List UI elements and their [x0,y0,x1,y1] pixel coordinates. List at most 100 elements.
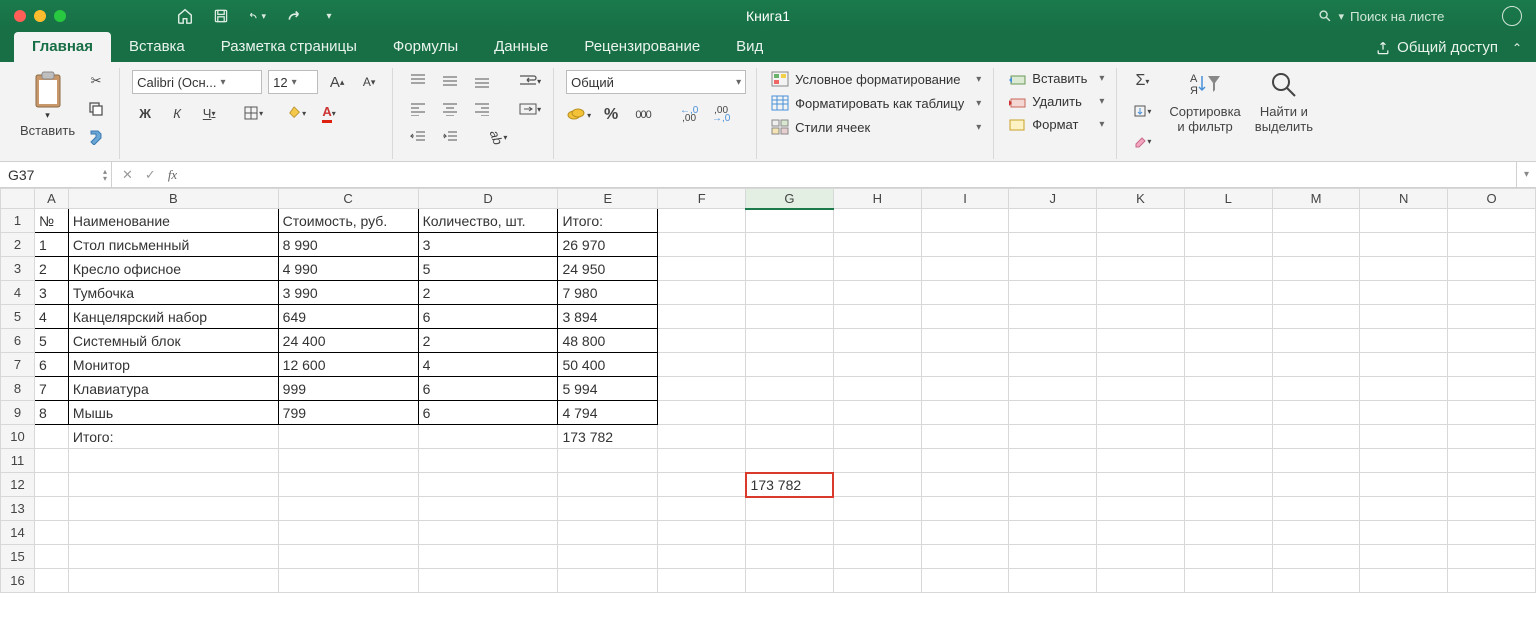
align-middle-icon[interactable] [437,70,463,92]
align-right-icon[interactable] [469,98,495,120]
font-group: Calibri (Осн...▾ 12▾ A▴ A▾ Ж К Ч▾ ▾ ▾ А▾ [122,68,393,159]
font-color-icon[interactable]: А▾ [316,102,342,124]
enter-formula-icon[interactable]: ✓ [145,167,156,183]
collapse-ribbon-icon[interactable]: ⌃ [1512,41,1522,55]
name-box[interactable]: G37▴▾ [0,162,112,187]
table-row: 76Монитор12 600450 400 [1,353,1536,377]
redo-icon[interactable] [284,7,302,25]
italic-button[interactable]: К [164,102,190,124]
ribbon: ▾ Вставить ✂ Calibri (Осн...▾ 12▾ A▴ A▾ … [0,62,1536,162]
titlebar: ▾ ▾ Книга1 ▾ [0,0,1536,32]
comma-format-icon[interactable]: 000 [630,104,656,126]
table-row: 14 [1,521,1536,545]
styles-icon [771,119,789,135]
search-input[interactable] [1350,9,1490,24]
wrap-text-icon[interactable]: ▾ [517,70,543,92]
delete-cells-button[interactable]: Удалить▾ [1006,93,1106,110]
minimize-window-button[interactable] [34,10,46,22]
cell-styles-button[interactable]: Стили ячеек▾ [769,118,983,136]
share-button[interactable]: Общий доступ ⌃ [1361,33,1536,62]
conditional-formatting-button[interactable]: Условное форматирование▾ [769,70,983,88]
save-icon[interactable] [212,7,230,25]
copy-icon[interactable] [83,98,109,120]
tab-layout[interactable]: Разметка страницы [203,32,375,62]
styles-group: Условное форматирование▾ Форматировать к… [759,68,994,159]
delete-row-icon [1008,95,1026,109]
font-name-select[interactable]: Calibri (Осн...▾ [132,70,262,94]
table-row: 54Канцелярский набор64963 894 [1,305,1536,329]
table-row: 32Кресло офисное4 990524 950 [1,257,1536,281]
insert-row-icon [1008,72,1026,86]
decrease-decimal-icon[interactable]: ,00→,0 [708,104,734,126]
percent-format-icon[interactable]: % [598,104,624,126]
table-row: 21Стол письменный8 990326 970 [1,233,1536,257]
fill-icon[interactable]: ▾ [1129,100,1155,122]
align-left-icon[interactable] [405,98,431,120]
fill-color-icon[interactable]: ▾ [284,102,310,124]
fx-icon[interactable]: fx [168,167,177,183]
table-row: 43Тумбочка3 99027 980 [1,281,1536,305]
merge-cells-icon[interactable]: ▾ [517,98,543,120]
autosum-icon[interactable]: Σ▾ [1129,70,1155,92]
table-row: 10Итого:173 782 [1,425,1536,449]
increase-decimal-icon[interactable]: ←,0,00 [676,104,702,126]
increase-indent-icon[interactable] [437,126,463,148]
find-icon [1269,70,1299,100]
expand-formula-bar-icon[interactable]: ▾ [1516,162,1536,187]
editing-group: Σ▾ ▾ ▾ АЯ Сортировка и фильтр Найти и вы… [1119,68,1323,159]
maximize-window-button[interactable] [54,10,66,22]
window-controls [0,10,66,22]
column-headers[interactable]: ABCDEFGHIJKLMNO [1,189,1536,209]
spreadsheet-grid[interactable]: ABCDEFGHIJKLMNO 1№НаименованиеСтоимость,… [0,188,1536,593]
format-as-table-button[interactable]: Форматировать как таблицу▾ [769,94,983,112]
orientation-icon[interactable]: ab▾ [485,126,511,148]
feedback-icon[interactable] [1502,6,1522,26]
table-row: 12173 782 [1,473,1536,497]
bold-button[interactable]: Ж [132,102,158,124]
cells-group: Вставить▾ Удалить▾ Формат▾ [996,68,1117,159]
select-all-corner[interactable] [1,189,35,209]
close-window-button[interactable] [14,10,26,22]
shrink-font-icon[interactable]: A▾ [356,71,382,93]
formula-bar: G37▴▾ ✕ ✓ fx ▾ [0,162,1536,188]
decrease-indent-icon[interactable] [405,126,431,148]
tab-review[interactable]: Рецензирование [566,32,718,62]
align-bottom-icon[interactable] [469,70,495,92]
home-icon[interactable] [176,7,194,25]
tab-home[interactable]: Главная [14,32,111,62]
table-row: 11 [1,449,1536,473]
accounting-format-icon[interactable]: ▾ [566,104,592,126]
insert-cells-button[interactable]: Вставить▾ [1006,70,1106,87]
format-painter-icon[interactable] [83,126,109,148]
table-icon [771,95,789,111]
cond-fmt-icon [771,71,789,87]
clear-icon[interactable]: ▾ [1129,130,1155,152]
undo-icon[interactable]: ▾ [248,7,266,25]
borders-icon[interactable]: ▾ [240,102,266,124]
tab-insert[interactable]: Вставка [111,32,203,62]
tab-data[interactable]: Данные [476,32,566,62]
sort-filter-button[interactable]: АЯ Сортировка и фильтр [1169,70,1240,134]
quick-access-toolbar: ▾ ▾ [176,7,338,25]
paste-button[interactable]: ▾ Вставить [20,70,75,138]
underline-button[interactable]: Ч▾ [196,102,222,124]
cancel-formula-icon[interactable]: ✕ [122,167,133,183]
tab-formulas[interactable]: Формулы [375,32,476,62]
search-field[interactable]: ▾ [1318,9,1490,24]
cut-icon[interactable]: ✂ [83,70,109,92]
table-row: 98Мышь79964 794 [1,401,1536,425]
sort-filter-icon: АЯ [1188,70,1222,100]
formula-input[interactable] [187,162,1516,187]
grow-font-icon[interactable]: A▴ [324,71,350,93]
find-select-button[interactable]: Найти и выделить [1255,70,1313,134]
qat-customize-icon[interactable]: ▾ [320,7,338,25]
format-cells-button[interactable]: Формат▾ [1006,116,1106,133]
align-top-icon[interactable] [405,70,431,92]
table-row: 16 [1,569,1536,593]
align-center-icon[interactable] [437,98,463,120]
svg-text:А: А [1190,73,1198,85]
table-row: 13 [1,497,1536,521]
font-size-select[interactable]: 12▾ [268,70,318,94]
tab-view[interactable]: Вид [718,32,781,62]
number-format-select[interactable]: Общий▾ [566,70,746,94]
